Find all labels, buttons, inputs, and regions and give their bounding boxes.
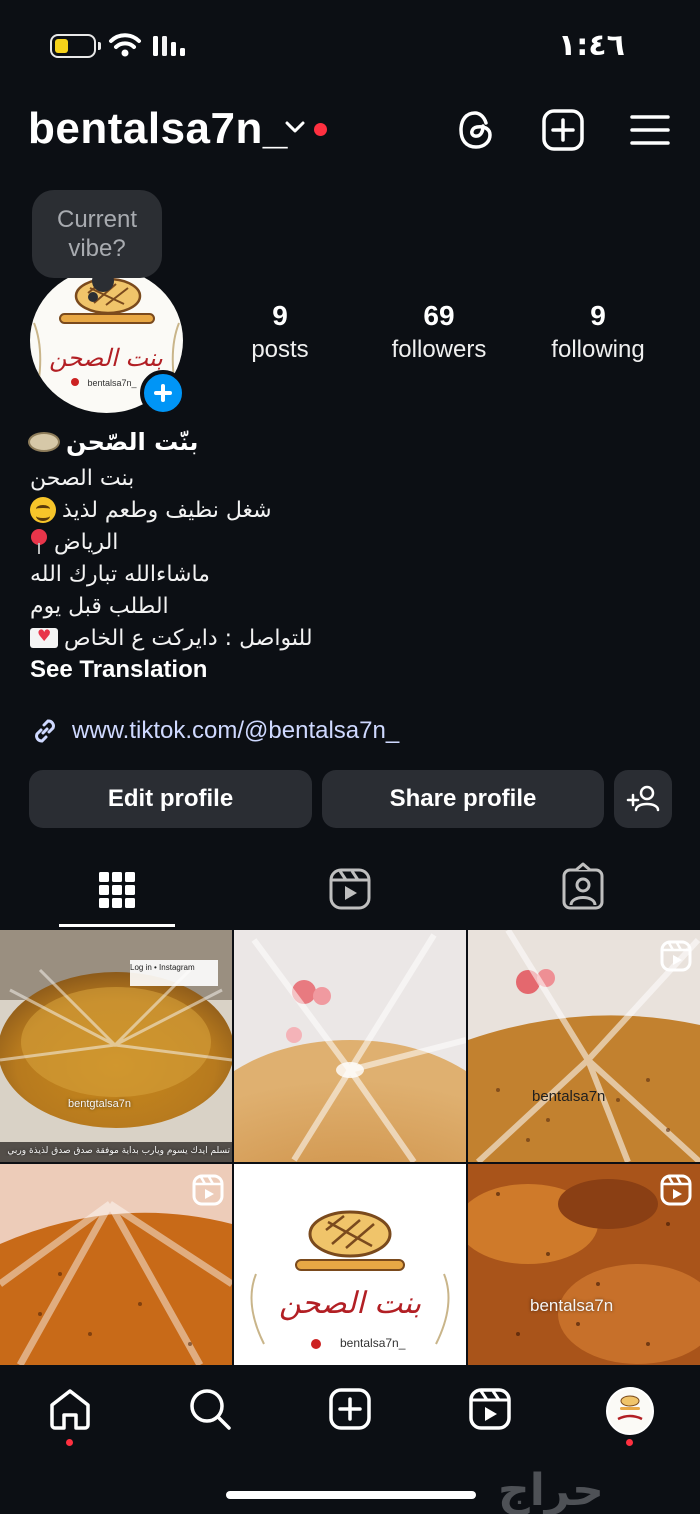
- tagged-tab[interactable]: [525, 860, 641, 922]
- share-profile-button[interactable]: Share profile: [322, 770, 604, 828]
- bio-link-text[interactable]: www.tiktok.com/@bentalsa7n_: [72, 717, 399, 745]
- profile-avatar[interactable]: [606, 1387, 654, 1435]
- bio-line-text: شغل نظيف وطعم لذيذ: [62, 497, 272, 523]
- see-translation-link[interactable]: See Translation: [30, 656, 207, 684]
- bio-line: بنت الصحن: [30, 462, 134, 494]
- stat-value: 9: [272, 300, 288, 331]
- bio-line: للتواصل : دايركت ع الخاص: [30, 622, 313, 654]
- post-watermark: bentalsa7n: [530, 1296, 614, 1315]
- clock: ١:٤٦: [558, 28, 625, 63]
- search-icon[interactable]: [188, 1387, 232, 1431]
- post-watermark: bentalsa7n: [532, 1088, 606, 1105]
- post-logo-text: بنت الصحن: [278, 1286, 422, 1321]
- smile-emoji-icon: [30, 497, 56, 523]
- bakery-logo: [617, 1395, 643, 1421]
- notification-dot: [626, 1439, 633, 1446]
- bread-emoji-icon: [28, 432, 60, 452]
- create-post-icon[interactable]: [541, 108, 585, 152]
- stat-followers[interactable]: 69 followers: [364, 300, 514, 364]
- reel-thumbnail[interactable]: [0, 1164, 232, 1365]
- avatar-logo-handle: bentalsa7n_: [87, 378, 137, 388]
- stat-label: followers: [391, 336, 487, 363]
- watermark-logo: حراج: [498, 1465, 604, 1514]
- chevron-down-icon[interactable]: [285, 120, 305, 134]
- menu-icon[interactable]: [630, 108, 670, 152]
- reel-badge-icon: [660, 940, 692, 972]
- tagged-person-icon: [562, 862, 604, 910]
- bio-link[interactable]: www.tiktok.com/@bentalsa7n_: [30, 716, 399, 746]
- bio-line: ماشاءالله تبارك الله: [30, 558, 210, 590]
- stat-value: 9: [590, 300, 606, 331]
- add-story-button[interactable]: [140, 370, 186, 416]
- bio-line-text: الرياض: [54, 529, 119, 555]
- status-bar: ١:٤٦: [0, 0, 700, 92]
- reel-badge-icon: [192, 1174, 224, 1206]
- post-logo-handle: bentalsa7n_: [340, 1336, 406, 1350]
- post-thumbnail[interactable]: بنت الصحن bentalsa7n_: [234, 1164, 466, 1365]
- wifi-icon: [109, 33, 141, 57]
- display-name-text: بنّت الصّحن: [66, 428, 199, 456]
- edit-profile-button[interactable]: Edit profile: [29, 770, 312, 828]
- reel-thumbnail[interactable]: bentalsa7n: [468, 930, 700, 1162]
- reels-icon: [329, 868, 371, 910]
- bio-line-text: للتواصل : دايركت ع الخاص: [64, 625, 313, 651]
- threads-icon[interactable]: [455, 108, 499, 152]
- battery-icon: [50, 34, 101, 58]
- reels-tab[interactable]: [292, 860, 408, 922]
- posts-grid-tab[interactable]: [59, 860, 175, 922]
- bottom-navigation: حراج: [0, 1365, 700, 1514]
- stat-posts[interactable]: 9 posts: [205, 300, 355, 364]
- add-person-icon: [626, 785, 660, 812]
- love-letter-emoji-icon: [30, 626, 58, 648]
- home-indicator[interactable]: [226, 1491, 476, 1499]
- stat-value: 69: [423, 300, 455, 331]
- discover-people-button[interactable]: [614, 770, 672, 828]
- bio-line: شغل نظيف وطعم لذيذ: [30, 494, 272, 526]
- notification-dot: [314, 123, 327, 136]
- notification-dot: [66, 1439, 73, 1446]
- note-bubble[interactable]: Current vibe?: [32, 190, 162, 302]
- create-icon[interactable]: [328, 1387, 372, 1431]
- reel-badge-icon: [660, 1174, 692, 1206]
- post-image: [0, 930, 232, 1162]
- bio-line-text: الطلب قبل يوم: [30, 593, 169, 619]
- reel-thumbnail[interactable]: bentalsa7n: [468, 1164, 700, 1365]
- bio-line: الرياض: [30, 526, 118, 558]
- bio-line: الطلب قبل يوم: [30, 590, 169, 622]
- display-name: بنّت الصّحن: [28, 425, 198, 459]
- cellular-signal-icon: [153, 36, 185, 56]
- active-tab-indicator: [59, 924, 175, 927]
- bio-line-text: ماشاءالله تبارك الله: [30, 561, 210, 587]
- grid-icon: [99, 872, 135, 908]
- bio-line-text: بنت الصحن: [30, 465, 135, 491]
- stat-following[interactable]: 9 following: [523, 300, 673, 364]
- link-icon: [35, 719, 55, 743]
- reels-icon[interactable]: [468, 1387, 512, 1431]
- avatar-logo-text: بنت الصحن: [49, 344, 163, 372]
- bakery-logo: [250, 1210, 450, 1349]
- stat-label: following: [551, 336, 645, 363]
- home-icon[interactable]: [48, 1387, 92, 1431]
- account-switcher[interactable]: bentalsa7n_: [28, 104, 288, 154]
- post-thumbnail[interactable]: Log in • Instagram bentgtalsa7n تسلم ايد…: [0, 930, 232, 1162]
- login-watermark: Log in • Instagram: [130, 963, 195, 972]
- post-thumbnail[interactable]: [234, 930, 466, 1162]
- post-watermark: bentgtalsa7n: [68, 1098, 131, 1110]
- post-caption: تسلم ايدك يسوم ويارب بداية موفقة صدق صدق…: [7, 1146, 230, 1156]
- pin-emoji-icon: [30, 529, 48, 555]
- post-image: [234, 930, 466, 1162]
- stat-label: posts: [251, 336, 309, 363]
